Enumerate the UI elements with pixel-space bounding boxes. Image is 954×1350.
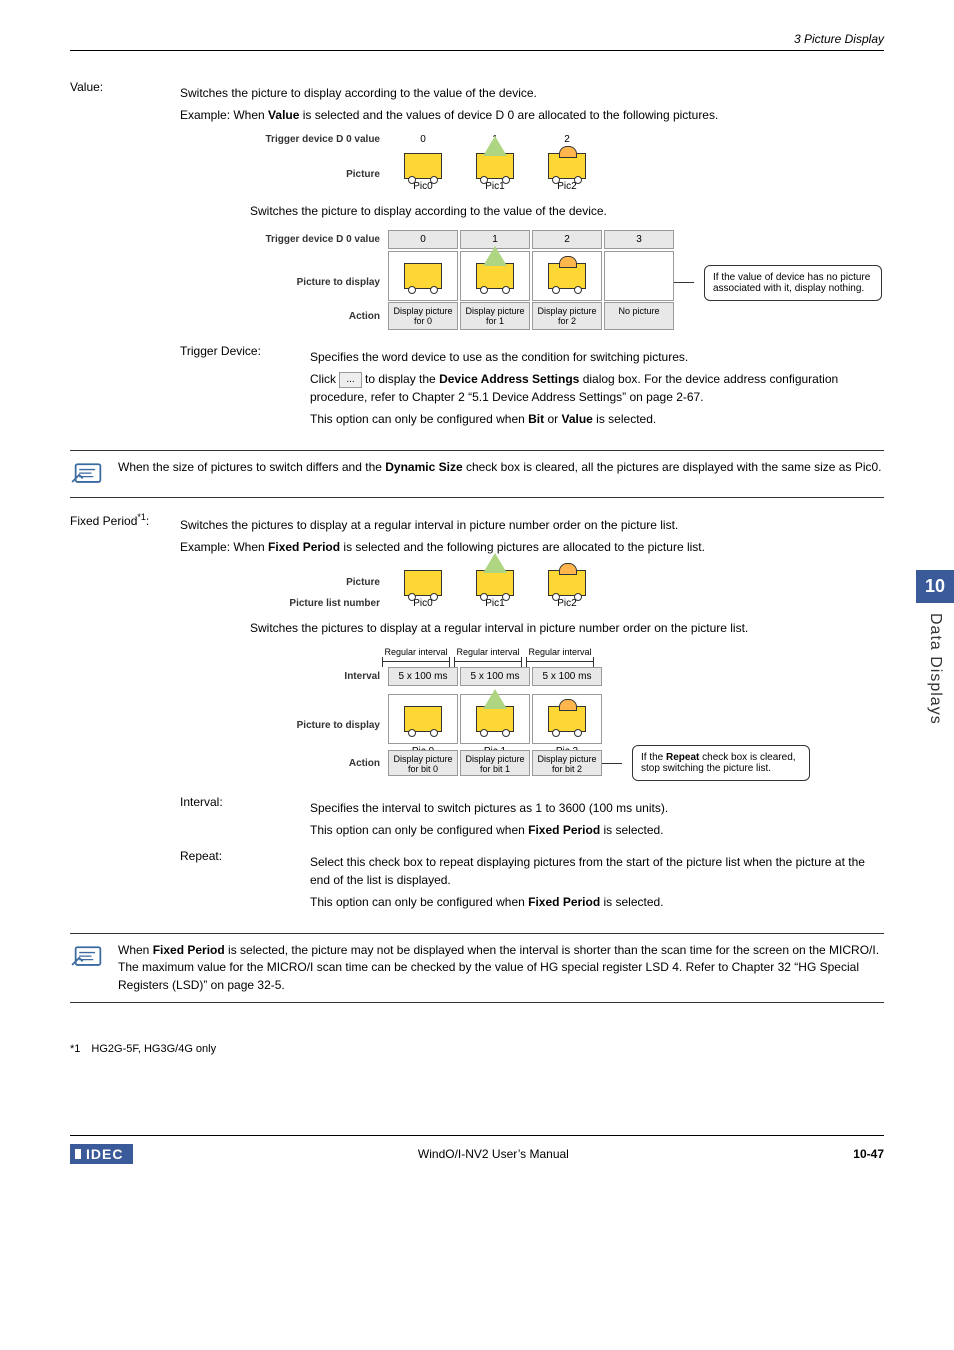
repeat-p2: This option can only be configured when … [310, 893, 884, 911]
value-desc: Switches the picture to display accordin… [180, 84, 884, 102]
manual-title: WindO/I-NV2 User’s Manual [418, 1147, 569, 1161]
chapter-title: Data Displays [926, 613, 944, 725]
note-icon [70, 942, 106, 972]
note-fixed-period: When Fixed Period is selected, the pictu… [70, 933, 884, 1003]
repeat-p1: Select this check box to repeat displayi… [310, 853, 884, 889]
value-label: Value: [70, 80, 180, 436]
fixed-diagram-table: Regular interval Regular interval Regula… [230, 647, 884, 781]
page-number: 10-47 [853, 1147, 884, 1161]
repeat-label: Repeat: [180, 849, 310, 915]
note-dynamic-size: When the size of pictures to switch diff… [70, 450, 884, 498]
fixed-mid-line: Switches the pictures to display at a re… [250, 619, 884, 637]
interval-p2: This option can only be configured when … [310, 821, 884, 839]
trigger-p2: Click ... to display the Device Address … [310, 370, 884, 406]
header-section: 3 Picture Display [794, 32, 884, 46]
fixed-p1: Switches the pictures to display at a re… [180, 516, 884, 534]
chapter-number: 10 [916, 570, 954, 603]
trigger-device-label: Trigger Device: [180, 344, 310, 432]
fixed-callout: If the Repeat check box is cleared, stop… [632, 745, 810, 781]
header-rule [70, 50, 884, 51]
value-mid-line: Switches the picture to display accordin… [250, 202, 884, 220]
fixed-example: Example: When Fixed Period is selected a… [180, 538, 884, 556]
value-diagram-table: Trigger device D 0 value 0 1 2 3 Picture… [230, 230, 884, 330]
page-footer: IDEC WindO/I-NV2 User’s Manual 10-47 [70, 1135, 884, 1164]
fixed-diagram-simple: Picture Picture list number Pic0 Pic1 Pi [230, 566, 884, 609]
footnote: *1 HG2G-5F, HG3G/4G only [70, 1043, 884, 1055]
interval-p1: Specifies the interval to switch picture… [310, 799, 884, 817]
value-diagram-simple: Trigger device D 0 value 0 1 2 Picture [230, 134, 884, 192]
trigger-p3: This option can only be configured when … [310, 410, 884, 428]
ellipsis-button[interactable]: ... [339, 372, 361, 388]
fixed-period-label: Fixed Period*1: [70, 512, 180, 919]
trigger-p1: Specifies the word device to use as the … [310, 348, 884, 366]
value-example: Example: When Value is selected and the … [180, 106, 884, 124]
interval-label: Interval: [180, 795, 310, 843]
note-icon [70, 459, 106, 489]
idec-logo: IDEC [70, 1144, 133, 1164]
chapter-tab: 10 Data Displays [916, 570, 954, 725]
value-callout: If the value of device has no picture as… [704, 265, 882, 301]
